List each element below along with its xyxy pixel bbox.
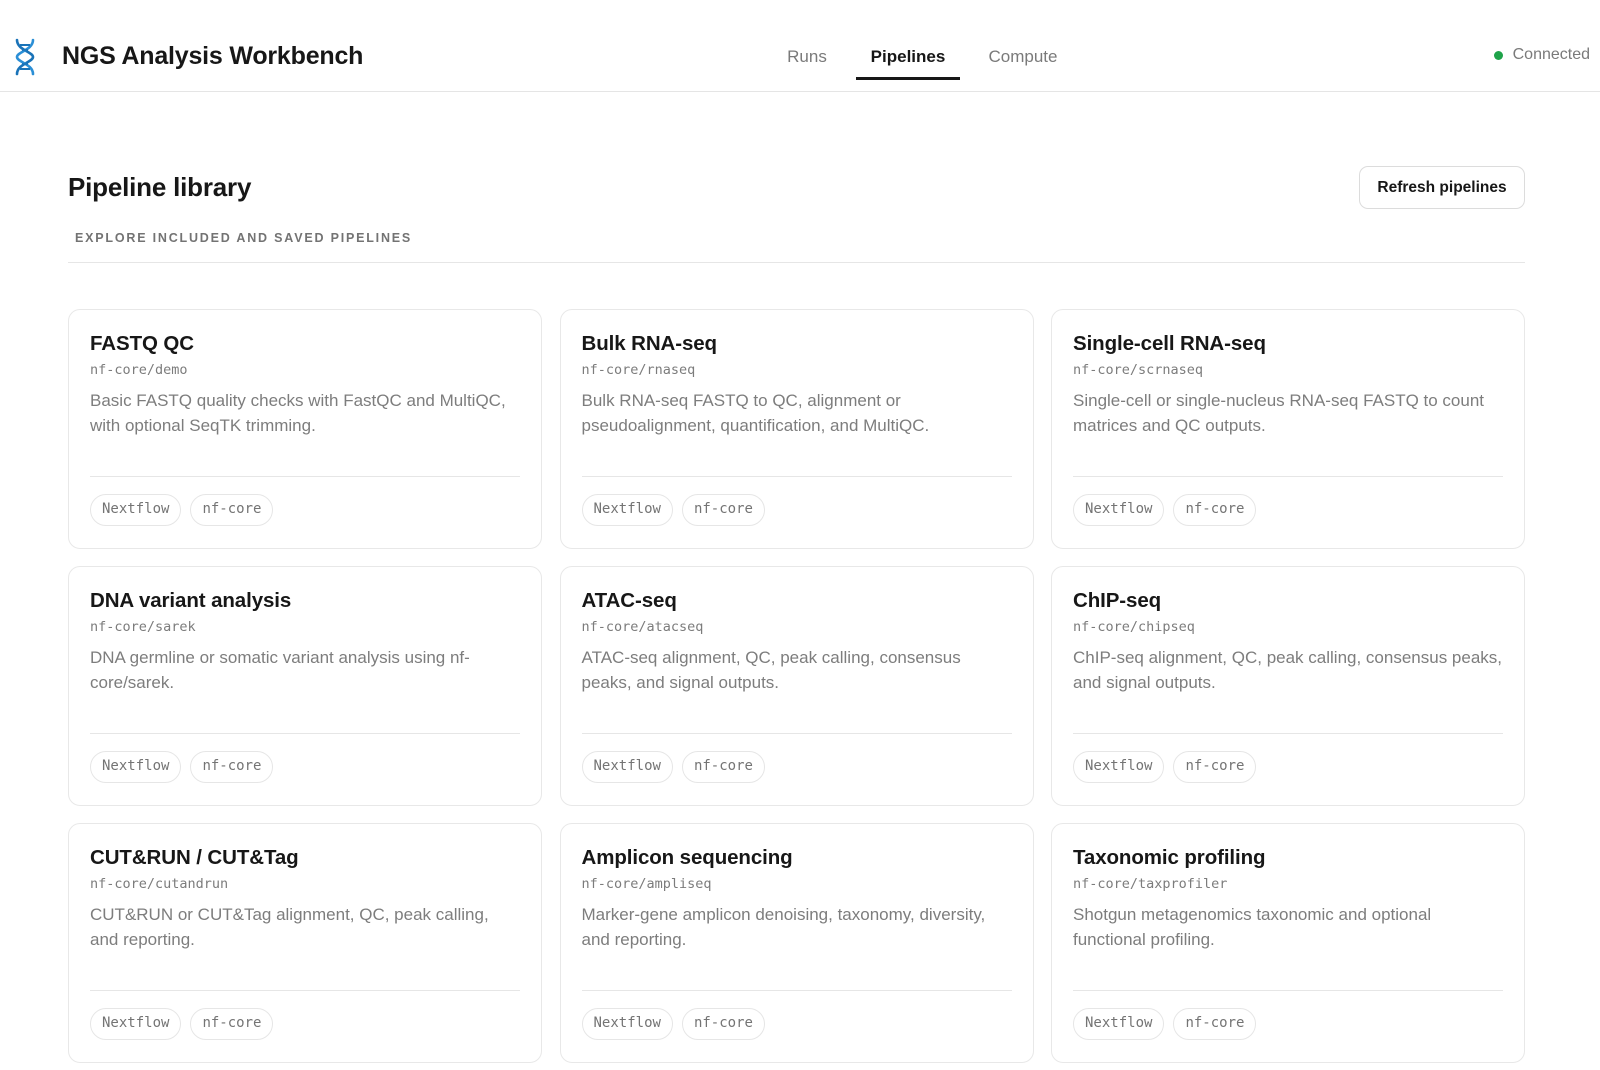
pipeline-card[interactable]: ChIP-seq nf-core/chipseq ChIP-seq alignm… — [1051, 566, 1525, 806]
pipeline-description: Bulk RNA-seq FASTQ to QC, alignment or p… — [581, 391, 930, 435]
tag-nf-core: nf-core — [1173, 1008, 1257, 1040]
tag-nextflow: Nextflow — [1073, 494, 1165, 526]
tag-nextflow: Nextflow — [1073, 1008, 1165, 1040]
tag-list: Nextflow nf-core — [1073, 1008, 1257, 1040]
pipeline-description: Marker-gene amplicon denoising, taxonomy… — [581, 905, 986, 949]
pipeline-card[interactable]: DNA variant analysis nf-core/sarek DNA g… — [68, 566, 542, 806]
tab-runs[interactable]: Runs — [770, 40, 844, 80]
card-divider — [1073, 733, 1503, 734]
pipeline-card[interactable]: ATAC-seq nf-core/atacseq ATAC-seq alignm… — [559, 566, 1034, 806]
pipeline-repo: nf-core/taxprofiler — [1073, 876, 1228, 892]
tag-list: Nextflow nf-core — [1073, 751, 1257, 783]
tag-nf-core: nf-core — [190, 1008, 274, 1040]
pipeline-title: Bulk RNA-seq — [581, 332, 718, 355]
connection-status: Connected — [1493, 46, 1590, 64]
tag-list: Nextflow nf-core — [581, 751, 765, 783]
tag-nf-core: nf-core — [681, 751, 765, 783]
card-divider — [581, 990, 1012, 991]
pipeline-description: CUT&RUN or CUT&Tag alignment, QC, peak c… — [90, 905, 489, 949]
refresh-pipelines-button[interactable]: Refresh pipelines — [1359, 166, 1525, 209]
pipeline-repo: nf-core/rnaseq — [581, 362, 696, 378]
tag-nextflow: Nextflow — [90, 494, 182, 526]
pipeline-title: Taxonomic profiling — [1073, 846, 1266, 869]
pipeline-description: ChIP-seq alignment, QC, peak calling, co… — [1073, 648, 1503, 692]
tag-list: Nextflow nf-core — [1073, 494, 1257, 526]
pipeline-title: ChIP-seq — [1073, 589, 1162, 612]
pipeline-repo: nf-core/chipseq — [1073, 619, 1195, 635]
pipeline-description: ATAC-seq alignment, QC, peak calling, co… — [581, 648, 961, 692]
tag-nextflow: Nextflow — [581, 1008, 673, 1040]
tag-nf-core: nf-core — [681, 494, 765, 526]
pipeline-card[interactable]: Amplicon sequencing nf-core/ampliseq Mar… — [559, 823, 1034, 1063]
pipeline-repo: nf-core/ampliseq — [581, 876, 712, 892]
pipeline-description: Shotgun metagenomics taxonomic and optio… — [1073, 905, 1432, 949]
card-divider — [90, 476, 520, 477]
card-divider — [90, 990, 520, 991]
tag-nf-core: nf-core — [1173, 751, 1257, 783]
status-label: Connected — [1512, 46, 1590, 63]
card-divider — [1073, 990, 1503, 991]
pipeline-card[interactable]: Bulk RNA-seq nf-core/rnaseq Bulk RNA-seq… — [559, 309, 1034, 549]
tag-nextflow: Nextflow — [90, 751, 182, 783]
status-dot-icon — [1493, 50, 1503, 60]
pipeline-repo: nf-core/sarek — [90, 619, 196, 635]
pipeline-description: Basic FASTQ quality checks with FastQC a… — [90, 391, 506, 435]
pipeline-repo: nf-core/atacseq — [581, 619, 704, 635]
tab-compute[interactable]: Compute — [976, 40, 1070, 80]
tag-nextflow: Nextflow — [1073, 751, 1165, 783]
tag-nf-core: nf-core — [190, 494, 274, 526]
pipeline-card[interactable]: CUT&RUN / CUT&Tag nf-core/cutandrun CUT&… — [68, 823, 542, 1063]
pipeline-card[interactable]: Single-cell RNA-seq nf-core/scrnaseq Sin… — [1051, 309, 1525, 549]
pipeline-title: CUT&RUN / CUT&Tag — [90, 846, 299, 869]
section-divider — [68, 262, 1525, 263]
tag-nf-core: nf-core — [1173, 494, 1257, 526]
tag-list: Nextflow nf-core — [90, 1008, 274, 1040]
tag-nextflow: Nextflow — [581, 494, 673, 526]
card-divider — [581, 733, 1012, 734]
pipeline-title: ATAC-seq — [581, 589, 677, 612]
card-divider — [581, 476, 1012, 477]
tab-pipelines[interactable]: Pipelines — [856, 40, 960, 80]
pipeline-repo: nf-core/demo — [90, 362, 188, 378]
tag-list: Nextflow nf-core — [90, 494, 274, 526]
pipeline-description: Single-cell or single-nucleus RNA-seq FA… — [1073, 391, 1485, 435]
pipeline-grid: FASTQ QC nf-core/demo Basic FASTQ qualit… — [68, 309, 1525, 1063]
main-nav: Runs Pipelines Compute — [0, 40, 1600, 92]
tag-nf-core: nf-core — [681, 1008, 765, 1040]
pipeline-description: DNA germline or somatic variant analysis… — [90, 648, 470, 692]
tag-list: Nextflow nf-core — [581, 494, 765, 526]
page-title: Pipeline library — [68, 172, 252, 202]
pipeline-title: FASTQ QC — [90, 332, 194, 355]
pipeline-title: DNA variant analysis — [90, 589, 292, 612]
pipeline-repo: nf-core/cutandrun — [90, 876, 229, 892]
pipeline-card[interactable]: FASTQ QC nf-core/demo Basic FASTQ qualit… — [68, 309, 542, 549]
pipeline-repo: nf-core/scrnaseq — [1073, 362, 1204, 378]
pipeline-title: Single-cell RNA-seq — [1073, 332, 1266, 355]
pipeline-card[interactable]: Taxonomic profiling nf-core/taxprofiler … — [1051, 823, 1525, 1063]
page-subtitle: EXPLORE INCLUDED AND SAVED PIPELINES — [75, 231, 413, 245]
tag-list: Nextflow nf-core — [90, 751, 274, 783]
card-divider — [90, 733, 520, 734]
tag-nextflow: Nextflow — [90, 1008, 182, 1040]
card-divider — [1073, 476, 1503, 477]
tag-nextflow: Nextflow — [581, 751, 673, 783]
pipeline-title: Amplicon sequencing — [581, 846, 793, 869]
tag-list: Nextflow nf-core — [581, 1008, 765, 1040]
tag-nf-core: nf-core — [190, 751, 274, 783]
app-header: NGS Analysis Workbench Runs Pipelines Co… — [0, 0, 1600, 92]
